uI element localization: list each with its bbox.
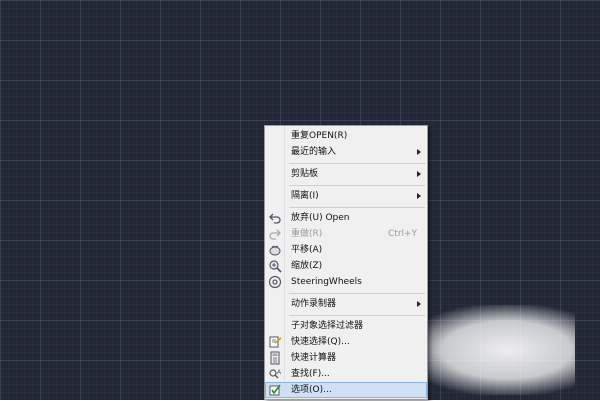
menu-separator: [289, 163, 425, 164]
redo-icon: [268, 227, 282, 241]
menu-item-label: SteeringWheels: [291, 277, 362, 287]
calculator-icon: [268, 351, 282, 365]
menu-item-repeat-open[interactable]: 重复OPEN(R): [265, 128, 427, 144]
menu-item-quick-calculator[interactable]: 快速计算器: [265, 350, 427, 366]
menu-item-label: 隔离(I): [291, 191, 319, 201]
menu-item-label: 缩放(Z): [291, 261, 323, 271]
menu-separator: [289, 293, 425, 294]
menu-item-label: 平移(A): [291, 245, 323, 255]
zoom-icon: [268, 259, 282, 273]
menu-item-label: 快速选择(Q)...: [291, 337, 350, 347]
svg-text:A: A: [277, 369, 282, 376]
context-menu: 重复OPEN(R) 最近的输入 剪贴板 隔离(I) 放弃(U) Open 重做(…: [264, 125, 428, 400]
menu-item-label: 剪贴板: [291, 169, 319, 179]
submenu-arrow-icon: [417, 171, 421, 177]
submenu-arrow-icon: [417, 149, 421, 155]
menu-item-recent-input[interactable]: 最近的输入: [265, 144, 427, 160]
menu-item-shortcut: Ctrl+Y: [388, 229, 418, 239]
menu-item-clipboard[interactable]: 剪贴板: [265, 166, 427, 182]
menu-separator: [289, 315, 425, 316]
menu-item-action-recorder[interactable]: 动作录制器: [265, 296, 427, 312]
steering-wheels-icon: [268, 275, 282, 289]
menu-item-undo[interactable]: 放弃(U) Open: [265, 210, 427, 226]
options-icon: [268, 383, 282, 397]
menu-item-subobject-filter[interactable]: 子对象选择过滤器: [265, 318, 427, 334]
menu-item-label: 查找(F)...: [291, 369, 330, 379]
menu-item-find[interactable]: A 查找(F)...: [265, 366, 427, 382]
submenu-arrow-icon: [417, 193, 421, 199]
menu-item-zoom[interactable]: 缩放(Z): [265, 258, 427, 274]
quick-select-icon: [268, 335, 282, 349]
menu-separator: [289, 207, 425, 208]
pan-icon: [268, 243, 282, 257]
undo-icon: [268, 211, 282, 225]
menu-item-isolate[interactable]: 隔离(I): [265, 188, 427, 204]
menu-item-label: 快速计算器: [291, 353, 337, 363]
menu-item-label: 重复OPEN(R): [291, 131, 348, 141]
menu-item-label: 动作录制器: [291, 299, 337, 309]
menu-item-label: 重做(R): [291, 229, 323, 239]
menu-item-pan[interactable]: 平移(A): [265, 242, 427, 258]
menu-item-label: 放弃(U) Open: [291, 213, 350, 223]
menu-item-redo[interactable]: 重做(R) Ctrl+Y: [265, 226, 427, 242]
submenu-arrow-icon: [417, 301, 421, 307]
menu-item-quick-select[interactable]: 快速选择(Q)...: [265, 334, 427, 350]
menu-item-options[interactable]: 选项(O)...: [265, 382, 427, 398]
menu-item-label: 选项(O)...: [291, 385, 332, 395]
menu-item-label: 子对象选择过滤器: [291, 321, 364, 331]
menu-item-steering-wheels[interactable]: SteeringWheels: [265, 274, 427, 290]
menu-separator: [289, 185, 425, 186]
find-icon: A: [268, 367, 282, 381]
menu-item-label: 最近的输入: [291, 147, 337, 157]
